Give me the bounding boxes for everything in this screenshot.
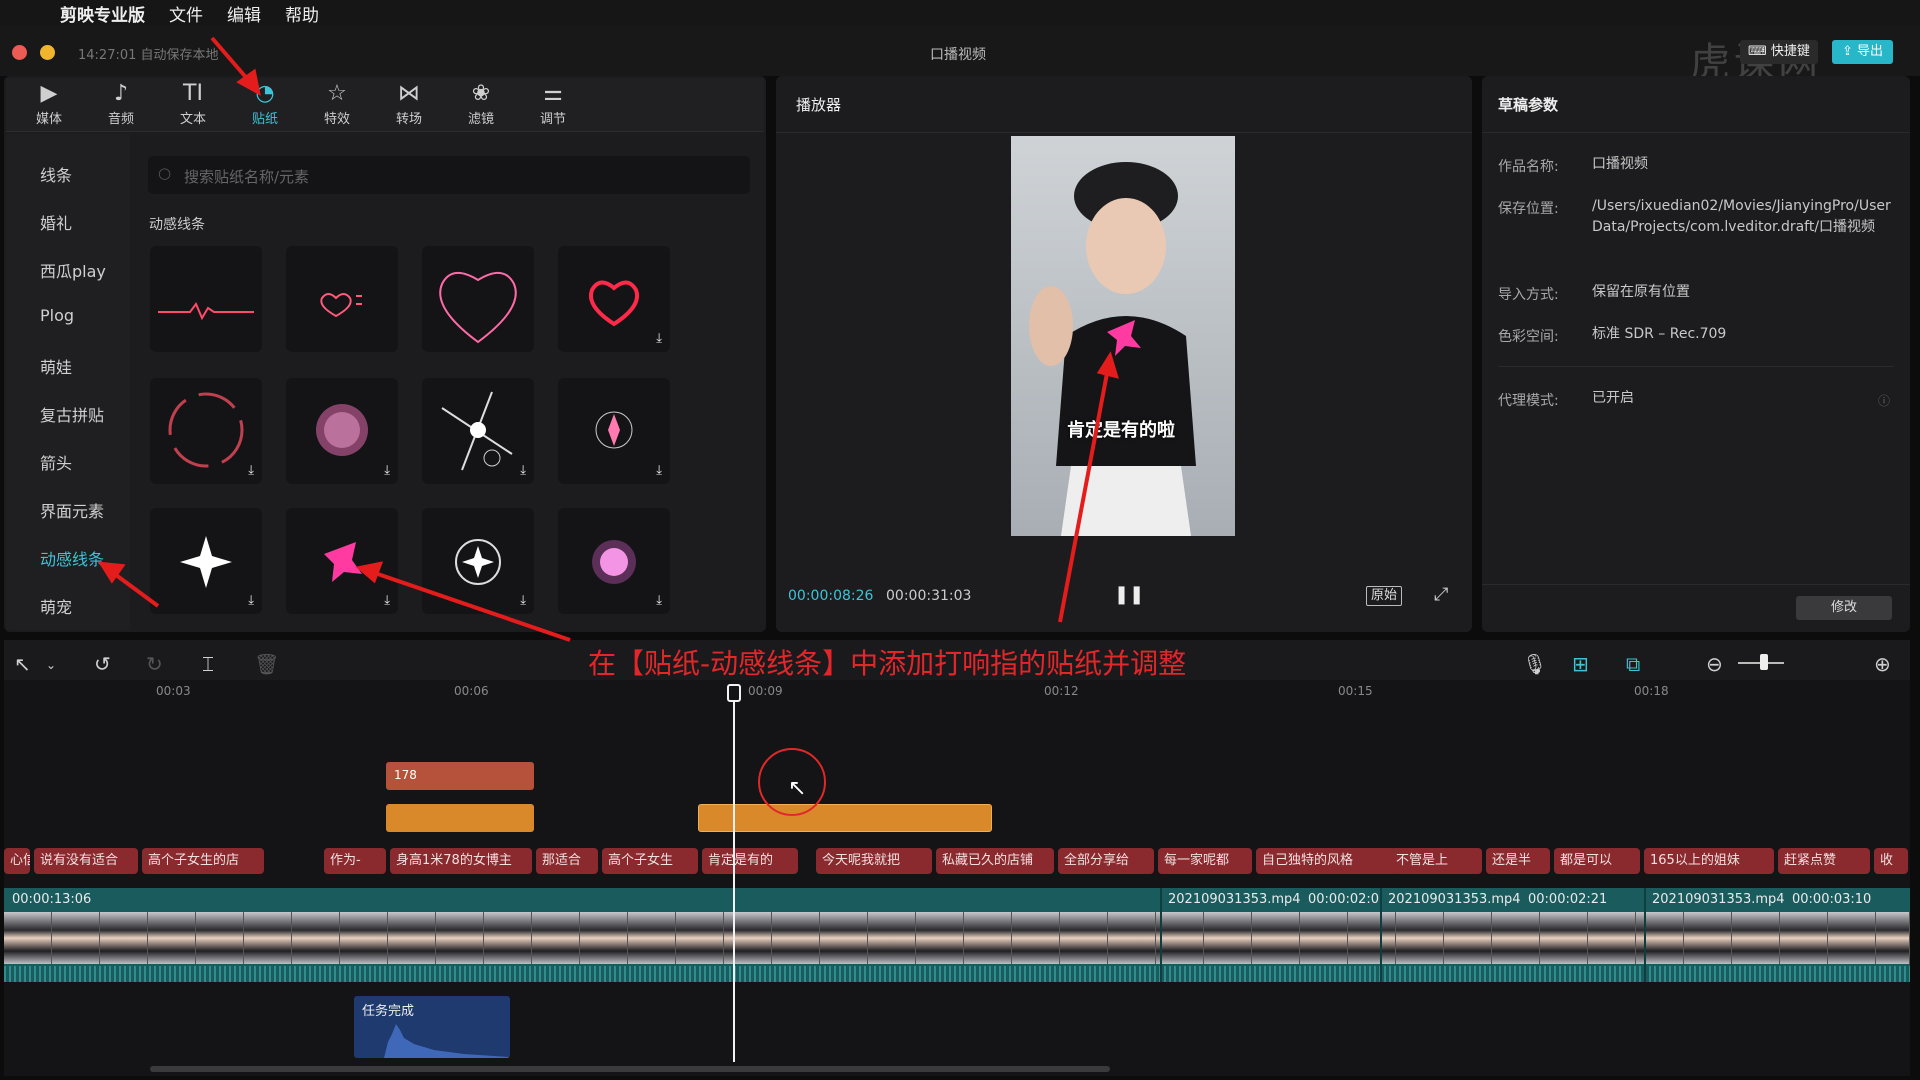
annotation-arrows (98, 36, 1119, 642)
